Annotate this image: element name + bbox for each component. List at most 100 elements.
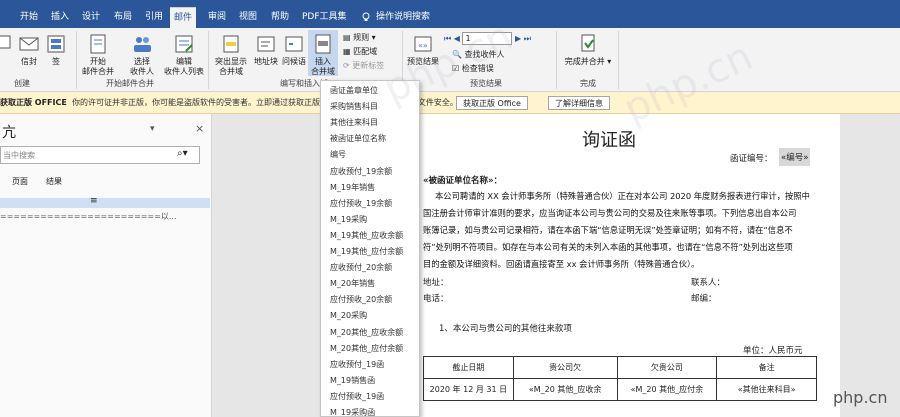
group-start-merge-label: 开始邮件合并: [106, 79, 154, 88]
labels-button[interactable]: 签: [44, 33, 68, 67]
next-record-icon[interactable]: ▶: [515, 34, 521, 43]
merge-field-item[interactable]: M_19年销售: [330, 182, 375, 193]
envelope-icon: [19, 37, 39, 51]
match-fields-label: 匹配域: [353, 47, 378, 56]
merge-field-item[interactable]: 应付预收_19余额: [330, 198, 392, 209]
chinese-envelope-button[interactable]: [0, 33, 12, 57]
table-cell: 2020 年 12 月 31 日: [423, 378, 514, 401]
doc-number-field: «编号»: [779, 148, 811, 166]
tab-home[interactable]: 开始: [16, 7, 42, 28]
merge-field-item[interactable]: M_19其他_应收余额: [330, 230, 403, 241]
ribbon-separator: [76, 31, 77, 89]
search-icon[interactable]: ⌕▾: [177, 148, 188, 159]
document-merge-icon: [90, 34, 106, 54]
nav-search-input[interactable]: 当中搜索 ⌕▾: [0, 146, 200, 164]
labels-label: 签: [52, 57, 60, 66]
tell-me-search[interactable]: 操作说明搜索: [372, 7, 434, 28]
merge-field-item[interactable]: M_19其他_应付余额: [330, 246, 403, 257]
nav-title: 亢: [2, 125, 16, 141]
merge-field-item[interactable]: M_20年销售: [330, 278, 375, 289]
tab-design[interactable]: 设计: [78, 7, 104, 28]
nav-result-row[interactable]: ========================以...: [0, 211, 210, 221]
rules-button[interactable]: ▤ 规则 ▾: [343, 32, 376, 43]
nav-heading-row[interactable]: ≡: [0, 196, 210, 208]
insert-merge-field-label: 插入 合并域: [311, 57, 335, 76]
insert-merge-field-button[interactable]: 插入 合并域: [308, 30, 338, 76]
tab-review[interactable]: 审阅: [204, 7, 230, 28]
doc-addressee: «被函证单位名称»：: [423, 176, 502, 186]
ribbon-separator: [556, 31, 557, 89]
envelopes-label: 信封: [21, 57, 37, 66]
group-preview-label: 预览结果: [470, 79, 502, 88]
merge-field-item[interactable]: 应付预收_20余额: [330, 294, 392, 305]
infobar-title: 获取正版 OFFICE: [0, 98, 67, 107]
highlight-icon: [223, 35, 239, 53]
finish-merge-label: 完成并合并: [564, 57, 605, 66]
finish-merge-button[interactable]: 完成并合并 ▾: [564, 33, 612, 67]
tab-layout[interactable]: 布局: [110, 7, 136, 28]
envelope-icon: [0, 35, 11, 49]
greeting-line-button[interactable]: 问候语: [280, 33, 308, 67]
doc-body-line: 账簿记录，如与贵公司记录相符，请在本函下端“信息证明无误”处签章证明；如有不符，…: [423, 225, 793, 235]
merge-field-item[interactable]: 被函证单位名称: [330, 133, 386, 144]
merge-field-item[interactable]: M_20其他_应收余额: [330, 327, 403, 338]
address-block-button[interactable]: 地址块: [252, 33, 280, 67]
tab-references[interactable]: 引用: [141, 7, 167, 28]
tab-view[interactable]: 视图: [235, 7, 261, 28]
learn-more-button[interactable]: 了解详细信息: [548, 96, 610, 110]
doc-contact-label: 联系人：: [691, 278, 726, 288]
insert-field-icon: [315, 34, 331, 54]
doc-body: 本公司聘请的 XX 会计师事务所（特殊普通合伙）正在对本公司 2020 年度财务…: [423, 188, 833, 273]
table-row: 2020 年 12 月 31 日 «M_20 其他_应收余 «M_20 其他_应…: [423, 378, 817, 401]
nav-options-icon[interactable]: ▾: [150, 124, 155, 134]
merge-field-item[interactable]: M_19采购: [330, 214, 367, 225]
table-cell: «其他往来科目»: [716, 378, 817, 401]
address-block-label: 地址块: [254, 57, 278, 66]
document-page[interactable]: 询证函 函证编号： «编号» «被函证单位名称»： 本公司聘请的 XX 会计师事…: [417, 114, 840, 417]
tab-insert[interactable]: 插入: [47, 7, 73, 28]
merge-field-item[interactable]: 采购销售科目: [330, 101, 378, 112]
nav-tab-results[interactable]: 结果: [46, 176, 62, 187]
ribbon-tab-bar: 开始 插入 设计 布局 引用 邮件 审阅 视图 帮助 PDF工具集 操作说明搜索: [0, 0, 900, 28]
doc-phone-label: 电话：: [423, 294, 449, 304]
get-genuine-office-button[interactable]: 获取正版 Office: [456, 96, 528, 110]
merge-field-item[interactable]: 编号: [330, 149, 346, 160]
close-icon[interactable]: ×: [195, 122, 204, 135]
group-finish-label: 完成: [580, 79, 596, 88]
start-mail-merge-button[interactable]: 开始 邮件合并: [80, 33, 116, 77]
merge-field-item[interactable]: M_19采购函: [330, 407, 375, 416]
group-create-label: 创建: [14, 79, 30, 88]
merge-field-item[interactable]: 函证盖章单位: [330, 85, 378, 96]
highlight-merge-fields-label: 突出显示 合并域: [215, 57, 247, 76]
edit-recipients-button[interactable]: 编辑 收件人列表: [162, 33, 206, 77]
merge-field-item[interactable]: M_20其他_应付余额: [330, 343, 403, 354]
tab-help[interactable]: 帮助: [267, 7, 293, 28]
envelopes-button[interactable]: 信封: [16, 33, 42, 67]
merge-field-item[interactable]: 应收预付_19函: [330, 359, 384, 370]
corner-watermark: php.cn: [833, 388, 888, 407]
edit-recipients-label: 编辑 收件人列表: [164, 57, 204, 76]
doc-section-heading: 1、本公司与贵公司的其他往来款项: [439, 324, 572, 334]
doc-body-line: 符”处列明不符项目。如存在与本公司有关的未列入本函的其他事项，也请在“信息不符”…: [423, 242, 793, 252]
last-record-icon[interactable]: ⏭: [524, 34, 531, 43]
merge-field-item[interactable]: 其他往来科目: [330, 117, 378, 128]
table-header-row: 截止日期 贵公司欠 欠贵公司 备注: [423, 356, 817, 379]
merge-field-item[interactable]: M_19销售函: [330, 375, 375, 386]
tab-pdf-tools[interactable]: PDF工具集: [298, 7, 351, 28]
select-recipients-button[interactable]: 选择 收件人: [122, 33, 162, 77]
merge-field-item[interactable]: 应付预收_19函: [330, 391, 384, 402]
match-fields-button[interactable]: ▦ 匹配域: [343, 46, 377, 57]
edit-list-icon: [175, 35, 193, 53]
highlight-merge-fields-button[interactable]: 突出显示 合并域: [212, 33, 250, 77]
tab-mailings[interactable]: 邮件: [170, 7, 197, 28]
nav-tab-pages[interactable]: 页面: [12, 176, 28, 187]
address-block-icon: [257, 36, 275, 52]
merge-field-item[interactable]: M_20采购: [330, 310, 367, 321]
merge-field-item[interactable]: 应收预付_19余额: [330, 166, 392, 177]
rules-icon: ▤: [343, 33, 354, 42]
match-fields-icon: ▦: [343, 47, 354, 56]
greeting-line-label: 问候语: [282, 57, 306, 66]
merge-field-item[interactable]: 应收预付_20余额: [330, 262, 392, 273]
table-header-cell: 欠贵公司: [616, 356, 718, 379]
doc-postcode-label: 邮编：: [691, 294, 717, 304]
